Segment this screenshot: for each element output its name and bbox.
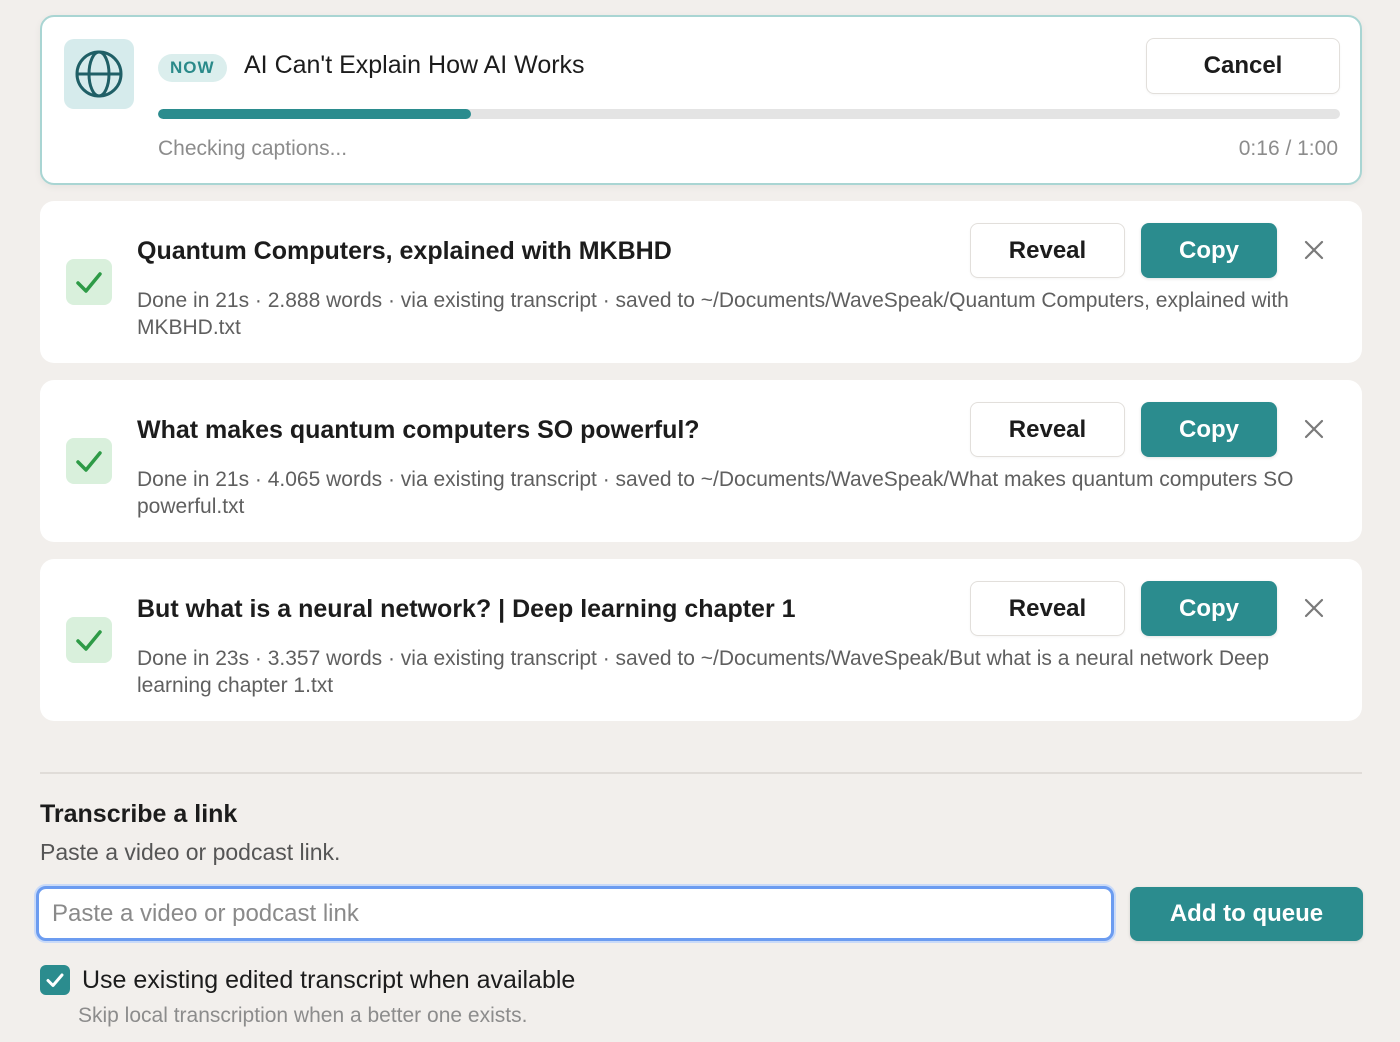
checkbox-label[interactable]: Use existing edited transcript when avai… — [82, 966, 575, 995]
checkmark-icon — [46, 973, 64, 987]
use-existing-transcript-checkbox[interactable] — [40, 965, 70, 995]
remove-item-button[interactable] — [1298, 234, 1330, 266]
reveal-button[interactable]: Reveal — [970, 223, 1125, 278]
check-icon — [76, 630, 102, 651]
close-icon — [1304, 419, 1324, 439]
progress-bar-fill — [158, 109, 472, 119]
current-job-title: AI Can't Explain How AI Works — [244, 51, 585, 79]
completed-job-title: What makes quantum computers SO powerful… — [137, 416, 700, 444]
close-icon — [1304, 240, 1324, 260]
completed-job-meta: Done in 23s · 3.357 words · via existing… — [137, 647, 1270, 697]
checkbox-help-text: Skip local transcription when a better o… — [78, 1004, 528, 1027]
globe-icon-tile — [64, 39, 134, 109]
check-icon-tile — [66, 617, 112, 663]
progress-bar — [158, 109, 1340, 119]
job-status-text: Checking captions... — [158, 137, 348, 160]
remove-item-button[interactable] — [1298, 592, 1330, 624]
current-job-card: NOW AI Can't Explain How AI Works Cancel… — [40, 15, 1362, 185]
completed-job-title: But what is a neural network? | Deep lea… — [137, 595, 796, 623]
completed-job-meta: Done in 21s · 2.888 words · via existing… — [137, 289, 1289, 339]
reveal-button[interactable]: Reveal — [970, 402, 1125, 457]
globe-icon — [75, 50, 123, 98]
cancel-button[interactable]: Cancel — [1146, 38, 1340, 94]
check-icon — [76, 272, 102, 293]
transcribe-section-title: Transcribe a link — [40, 800, 238, 828]
close-icon — [1304, 598, 1324, 618]
completed-job-meta: Done in 21s · 4.065 words · via existing… — [137, 468, 1294, 518]
check-icon-tile — [66, 438, 112, 484]
copy-button[interactable]: Copy — [1141, 581, 1277, 636]
check-icon — [76, 451, 102, 472]
remove-item-button[interactable] — [1298, 413, 1330, 445]
job-time-text: 0:16 / 1:00 — [1238, 137, 1338, 160]
copy-button[interactable]: Copy — [1141, 402, 1277, 457]
section-divider — [40, 772, 1362, 774]
link-input[interactable] — [36, 886, 1114, 941]
copy-button[interactable]: Copy — [1141, 223, 1277, 278]
completed-job-title: Quantum Computers, explained with MKBHD — [137, 237, 672, 265]
completed-job-card: What makes quantum computers SO powerful… — [40, 380, 1362, 542]
transcribe-section-subtitle: Paste a video or podcast link. — [40, 839, 341, 865]
add-to-queue-button[interactable]: Add to queue — [1130, 887, 1363, 941]
check-icon-tile — [66, 259, 112, 305]
completed-job-card: But what is a neural network? | Deep lea… — [40, 559, 1362, 721]
completed-job-card: Quantum Computers, explained with MKBHD … — [40, 201, 1362, 363]
reveal-button[interactable]: Reveal — [970, 581, 1125, 636]
now-badge: NOW — [158, 54, 227, 82]
